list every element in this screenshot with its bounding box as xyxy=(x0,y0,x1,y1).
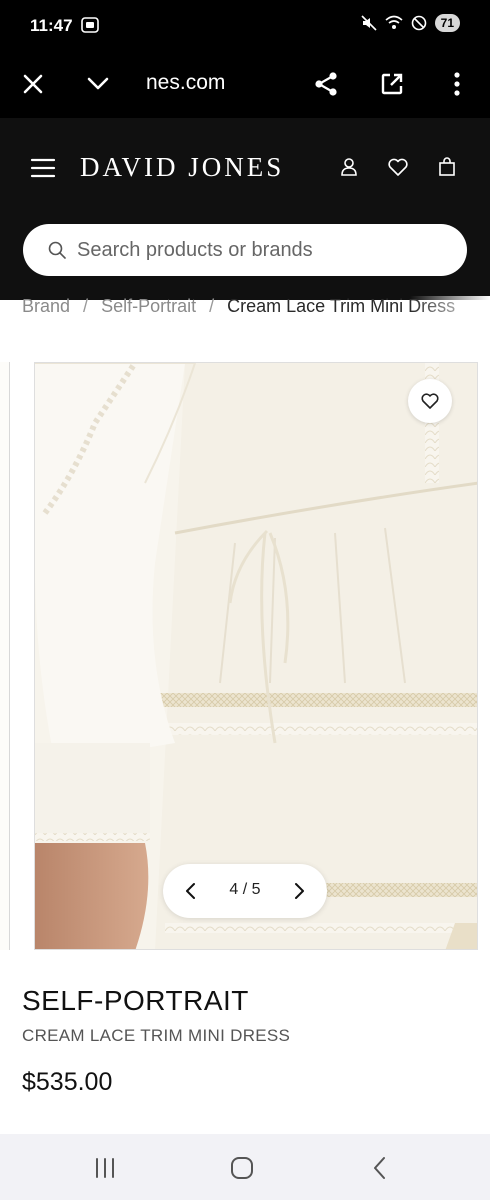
url-text[interactable]: nes.com xyxy=(146,71,225,95)
image-pager: 4 / 5 xyxy=(163,864,327,918)
product-price: $535.00 xyxy=(22,1068,113,1096)
add-to-wishlist-button[interactable] xyxy=(408,379,452,423)
share-icon[interactable] xyxy=(308,66,344,102)
home-icon[interactable] xyxy=(227,1154,257,1182)
previous-slide-peek[interactable] xyxy=(0,362,10,950)
recent-apps-icon[interactable] xyxy=(90,1154,120,1182)
more-options-icon[interactable] xyxy=(439,66,475,102)
breadcrumb-fade xyxy=(410,296,490,320)
open-in-browser-icon[interactable] xyxy=(374,66,410,102)
status-bar: 11:47 71 xyxy=(0,0,490,52)
site-header: DAVID JONES xyxy=(0,118,490,300)
close-icon[interactable] xyxy=(15,66,51,102)
wifi-icon xyxy=(385,15,403,29)
chevron-right-icon[interactable] xyxy=(287,879,311,903)
breadcrumb-separator: / xyxy=(209,296,215,316)
search-bar[interactable] xyxy=(23,224,467,276)
account-icon[interactable] xyxy=(338,156,360,178)
breadcrumb-item-self-portrait[interactable]: Self-Portrait xyxy=(101,296,196,316)
system-nav-bar xyxy=(0,1134,490,1200)
heart-icon xyxy=(421,393,439,409)
back-icon[interactable] xyxy=(365,1154,395,1182)
status-time: 11:47 xyxy=(30,16,73,35)
breadcrumb-separator: / xyxy=(83,296,89,316)
wishlist-icon[interactable] xyxy=(387,156,409,178)
do-not-disturb-icon xyxy=(411,15,426,31)
shopping-bag-icon[interactable] xyxy=(436,156,458,178)
product-image[interactable] xyxy=(34,362,478,950)
search-icon xyxy=(48,241,66,259)
menu-icon[interactable] xyxy=(30,156,56,180)
browser-toolbar: nes.com xyxy=(0,52,490,118)
mute-icon xyxy=(361,15,377,31)
breadcrumb-item-brand[interactable]: Brand xyxy=(22,296,70,316)
product-brand[interactable]: SELF-PORTRAIT xyxy=(22,985,249,1017)
product-name: CREAM LACE TRIM MINI DRESS xyxy=(22,1026,291,1045)
site-logo[interactable]: DAVID JONES xyxy=(80,152,284,183)
battery-badge: 71 xyxy=(434,14,460,32)
screenshot-icon xyxy=(81,17,99,33)
search-input[interactable] xyxy=(77,224,447,276)
chevron-down-icon[interactable] xyxy=(80,66,116,102)
